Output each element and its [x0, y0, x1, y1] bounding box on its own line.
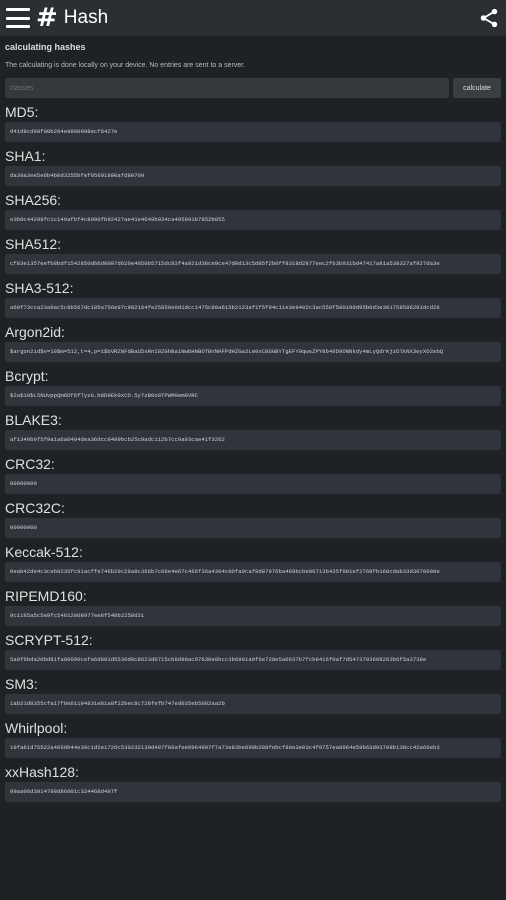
- hash-label: Keccak-512:: [5, 544, 83, 560]
- app-bar: # Hash: [0, 0, 506, 36]
- hash-value[interactable]: 00000000: [5, 474, 501, 494]
- hash-label: SHA256:: [5, 192, 62, 208]
- hash-label: Bcrypt:: [5, 368, 49, 384]
- hash-value[interactable]: 1ab21d8355cfa17f8e61194831e81a8f22bec8c7…: [5, 694, 501, 714]
- calculate-button[interactable]: calculate: [453, 78, 501, 98]
- hash-value[interactable]: 19fa61d75522a4669b44e39c1d2e1726c5302321…: [5, 738, 501, 758]
- hash-value[interactable]: 00000000: [5, 518, 501, 538]
- hash-label: SM3:: [5, 676, 38, 692]
- hash-label: xxHash128:: [5, 764, 79, 780]
- hash-label: SHA512:: [5, 236, 62, 252]
- hash-label: Argon2id:: [5, 324, 65, 340]
- hash-value[interactable]: af1349b9f5f9a1a6a0404dea36dcc9499bcb25c9…: [5, 430, 501, 450]
- app-title: Hash: [63, 7, 109, 28]
- hash-value[interactable]: d41d8cd98f00b204e9800998ecf8427e: [5, 122, 501, 142]
- hash-value[interactable]: a69f73cca23a9ac5c8b567dc185a756e97c98216…: [5, 298, 501, 318]
- hash-label: BLAKE3:: [5, 412, 62, 428]
- hash-value[interactable]: $2a$10$L5NUvppQm6Df6fTyzG.b8D9Ek0xCO.5y7…: [5, 386, 501, 406]
- section-heading: calculating hashes: [5, 42, 86, 52]
- hash-label: SHA1:: [5, 148, 46, 164]
- hash-label: RIPEMD160:: [5, 588, 87, 604]
- text-input[interactable]: [5, 78, 449, 98]
- description-text: The calculating is done locally on your …: [5, 62, 246, 69]
- main-content: calculating hashes The calculating is do…: [0, 36, 506, 802]
- menu-icon[interactable]: [6, 8, 30, 28]
- hash-label: SCRYPT-512:: [5, 632, 93, 648]
- hash-value[interactable]: cf83e1357eefb8bdf1542850d66d8007d620e405…: [5, 254, 501, 274]
- hash-label: CRC32:: [5, 456, 55, 472]
- hash-label: Whirlpool:: [5, 720, 68, 736]
- hash-logo-icon: #: [36, 3, 58, 33]
- hash-value[interactable]: 5a0f6bda20bd81fa00690cefa6d881d5530d0c86…: [5, 650, 501, 670]
- share-icon[interactable]: [478, 7, 500, 29]
- hash-value[interactable]: 0eab42de4c3ceb9235fc91acffe746b29c29a8c3…: [5, 562, 501, 582]
- hash-value[interactable]: da39a3ee5e6b4b0d3255bfef95601890afd80709: [5, 166, 501, 186]
- hash-label: CRC32C:: [5, 500, 65, 516]
- hash-label: MD5:: [5, 104, 39, 120]
- hash-value[interactable]: e3b0c44298fc1c149afbf4c8996fb92427ae41e4…: [5, 210, 501, 230]
- hash-value[interactable]: 9c1185a5c5e9fc54612808977ee8f548b2258d31: [5, 606, 501, 626]
- hash-value[interactable]: 99aa06d3014798d86001c324468d497f: [5, 782, 501, 802]
- input-row: calculate: [5, 78, 501, 98]
- hash-value[interactable]: $argon2id$v=19$m=512,t=4,p=1$bVRZNFdBaU5…: [5, 342, 501, 362]
- hash-list: MD5: d41d8cd98f00b204e9800998ecf8427e SHA1…: [5, 103, 501, 802]
- hash-label: SHA3-512:: [5, 280, 74, 296]
